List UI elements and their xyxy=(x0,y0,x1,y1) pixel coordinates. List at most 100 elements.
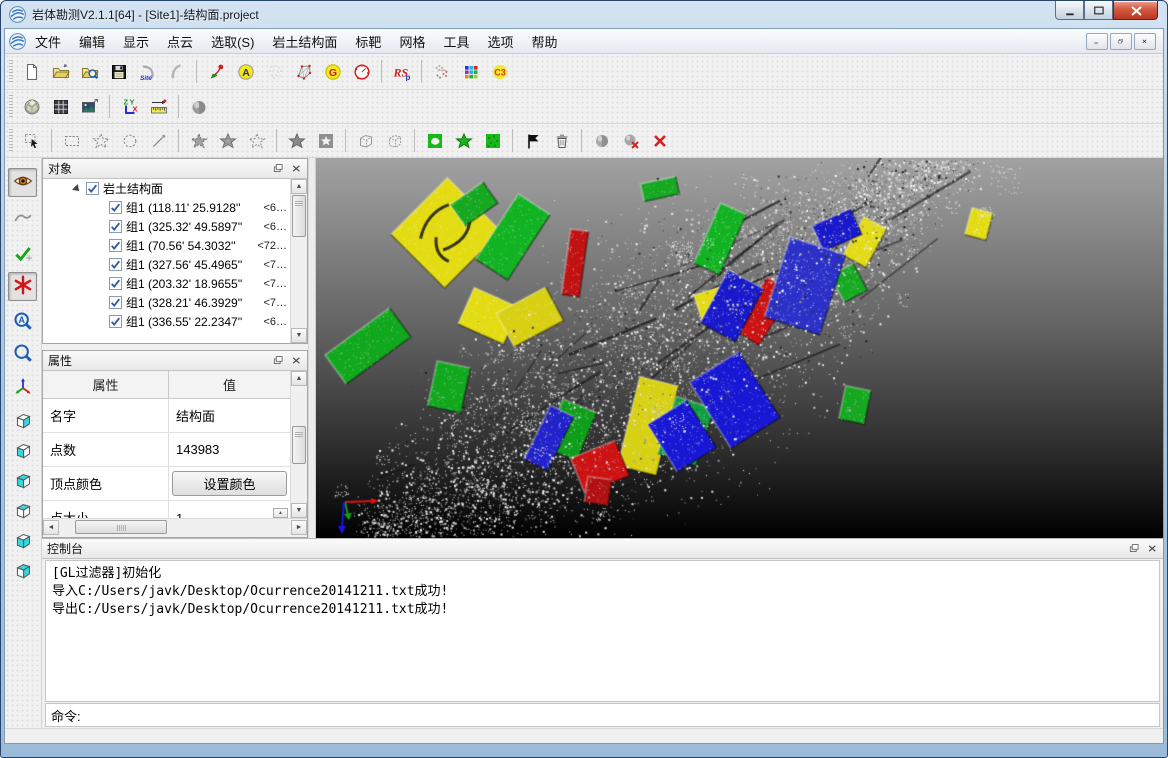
point-cloud-button[interactable] xyxy=(261,58,288,85)
trash-button[interactable] xyxy=(548,127,575,154)
checkbox[interactable] xyxy=(109,258,122,271)
menu-item-8[interactable]: 工具 xyxy=(434,29,478,54)
scroll-down-icon[interactable]: ▼ xyxy=(291,328,307,343)
poly-select-button[interactable] xyxy=(87,127,114,154)
color-classes-button[interactable] xyxy=(457,58,484,85)
scroll-thumb[interactable] xyxy=(292,195,306,237)
menu-item-9[interactable]: 选项 xyxy=(478,29,522,54)
checkbox[interactable] xyxy=(109,220,122,233)
cube-top-button[interactable] xyxy=(8,498,37,527)
line-select-button[interactable] xyxy=(145,127,172,154)
open-search-button[interactable] xyxy=(76,58,103,85)
axes-zyx-button[interactable]: ZYX xyxy=(116,93,143,120)
delete-all-button[interactable] xyxy=(646,127,673,154)
tree-root-row[interactable]: 岩土结构面 xyxy=(43,179,290,198)
scroll-right-icon[interactable]: ► xyxy=(291,520,307,535)
checkbox[interactable] xyxy=(109,201,122,214)
star-box-button[interactable] xyxy=(312,127,339,154)
sphere-item-button[interactable] xyxy=(588,127,615,154)
region-green-button[interactable] xyxy=(421,127,448,154)
star-outline-button[interactable] xyxy=(243,127,270,154)
property-value-cell[interactable]: 1▲▼ xyxy=(169,501,290,518)
stereonet-o-button[interactable] xyxy=(348,58,375,85)
title-bar[interactable]: 岩体勘测V2.1.1[64] - [Site1]-结构面.project xyxy=(1,1,1167,28)
tree-item-0[interactable]: 组1 (118.11' 25.9128''<6… xyxy=(43,198,290,217)
grid-view-button[interactable] xyxy=(47,93,74,120)
menu-item-7[interactable]: 网格 xyxy=(390,29,434,54)
menu-item-10[interactable]: 帮助 xyxy=(522,29,566,54)
pick-confirm-button[interactable] xyxy=(8,240,37,269)
scroll-down-icon[interactable]: ▼ xyxy=(291,503,307,518)
checkbox[interactable] xyxy=(109,315,122,328)
checkbox[interactable] xyxy=(86,182,99,195)
mdi-minimize-button[interactable] xyxy=(1086,33,1108,50)
float-panel-button[interactable] xyxy=(1127,542,1142,556)
minimize-button[interactable] xyxy=(1055,1,1084,20)
checkbox[interactable] xyxy=(109,277,122,290)
measure-button[interactable] xyxy=(145,93,172,120)
menu-item-1[interactable]: 编辑 xyxy=(70,29,114,54)
tree-item-4[interactable]: 组1 (203.32' 18.9655''<7… xyxy=(43,274,290,293)
lasso-select-button[interactable] xyxy=(116,127,143,154)
property-value-cell[interactable]: 结构面 xyxy=(169,399,290,432)
property-table-scrollbar[interactable]: ▲ ▼ xyxy=(290,371,307,518)
objects-panel-header[interactable]: 对象 xyxy=(43,159,307,179)
normal-vectors-button[interactable] xyxy=(203,58,230,85)
save-button[interactable] xyxy=(105,58,132,85)
command-input[interactable] xyxy=(81,705,1159,725)
float-panel-button[interactable] xyxy=(271,354,286,368)
tree-item-6[interactable]: 组1 (336.55' 22.2347''<6… xyxy=(43,312,290,331)
cube-top-right-button[interactable] xyxy=(8,558,37,587)
property-value-cell[interactable]: 设置颜色 xyxy=(169,467,290,500)
section-curve-button[interactable] xyxy=(8,204,37,233)
star-subtract-button[interactable] xyxy=(185,127,212,154)
menu-item-6[interactable]: 标靶 xyxy=(346,29,390,54)
sphere-button[interactable] xyxy=(185,93,212,120)
zoom-area-button[interactable]: A xyxy=(8,308,37,337)
export-curve-button[interactable] xyxy=(163,58,190,85)
rsp-button[interactable]: RSp xyxy=(388,58,415,85)
menu-item-4[interactable]: 选取(S) xyxy=(202,29,263,54)
star-solid-button[interactable] xyxy=(283,127,310,154)
tree-item-3[interactable]: 组1 (327.56' 45.4965''<7… xyxy=(43,255,290,274)
viewport-3d[interactable] xyxy=(316,158,1163,538)
viewport-canvas[interactable] xyxy=(316,158,1163,538)
axes-3d-button[interactable] xyxy=(8,374,37,403)
menu-item-0[interactable]: 文件 xyxy=(26,29,70,54)
scroll-left-icon[interactable]: ◄ xyxy=(43,520,59,535)
toolbar-drag-handle[interactable] xyxy=(9,95,13,119)
checkbox[interactable] xyxy=(109,239,122,252)
menu-item-2[interactable]: 显示 xyxy=(114,29,158,54)
console-output[interactable]: [GL过滤器]初始化导入C:/Users/javk/Desktop/Ocurre… xyxy=(45,560,1160,702)
point-size-spinner[interactable]: ▲▼ xyxy=(273,508,288,518)
c3-button[interactable]: C3 xyxy=(486,58,513,85)
box-select-button[interactable] xyxy=(352,127,379,154)
maximize-button[interactable] xyxy=(1084,1,1113,20)
menu-item-3[interactable]: 点云 xyxy=(158,29,202,54)
tree-item-5[interactable]: 组1 (328.21' 46.3929''<7… xyxy=(43,293,290,312)
globe-button[interactable] xyxy=(18,93,45,120)
eye-view-button[interactable] xyxy=(8,168,37,197)
asterisk-marker-button[interactable] xyxy=(8,272,37,301)
snapshot-button[interactable] xyxy=(76,93,103,120)
scroll-up-icon[interactable]: ▲ xyxy=(291,371,307,386)
close-panel-button[interactable] xyxy=(289,354,304,368)
tree-expander-icon[interactable] xyxy=(72,184,82,194)
cube-front-left-button[interactable] xyxy=(8,468,37,497)
mesh-button[interactable] xyxy=(290,58,317,85)
set-color-button[interactable]: 设置颜色 xyxy=(172,471,287,496)
open-project-button[interactable] xyxy=(47,58,74,85)
zoom-in-button[interactable] xyxy=(8,340,37,369)
panel-splitter-v[interactable] xyxy=(308,158,316,538)
flag-button[interactable] xyxy=(519,127,546,154)
cursor-select-button[interactable] xyxy=(18,127,45,154)
menu-item-5[interactable]: 岩土结构面 xyxy=(263,29,346,54)
registration-button[interactable] xyxy=(428,58,455,85)
box-select2-button[interactable] xyxy=(381,127,408,154)
toolbar-drag-handle[interactable] xyxy=(9,60,13,84)
close-button[interactable] xyxy=(1113,1,1158,20)
close-panel-button[interactable] xyxy=(1145,542,1160,556)
box-green-button[interactable] xyxy=(479,127,506,154)
scroll-thumb[interactable] xyxy=(292,426,306,464)
star-intersect-button[interactable] xyxy=(214,127,241,154)
